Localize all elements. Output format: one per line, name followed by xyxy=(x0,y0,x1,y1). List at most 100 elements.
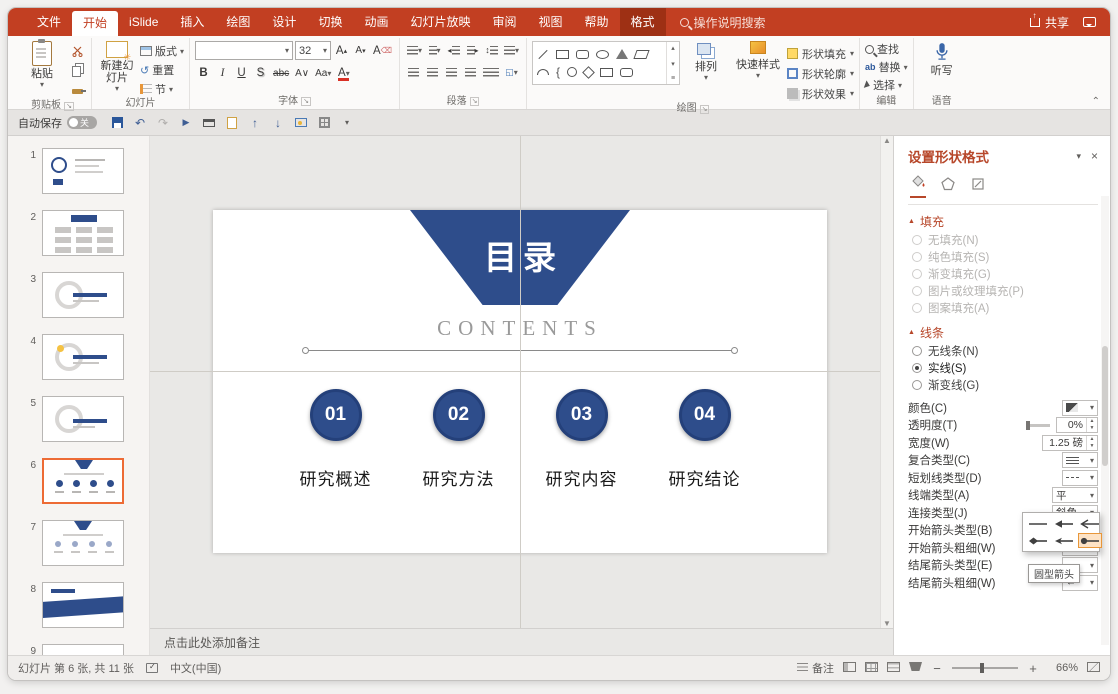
arrange-button[interactable]: 排列 ▾ xyxy=(683,41,729,82)
slide-thumbnail[interactable]: 9 xyxy=(8,644,149,655)
line-section-header[interactable]: ▲ 线条 xyxy=(908,322,1098,342)
spellcheck-icon[interactable] xyxy=(145,662,158,673)
section-button[interactable]: 节 ▾ xyxy=(140,81,184,97)
menu-tab[interactable]: 格式 xyxy=(619,8,666,36)
font-name-combo[interactable]: ▾ xyxy=(195,41,294,60)
shape-outline-button[interactable]: 形状轮廓 ▾ xyxy=(787,65,854,82)
callout-shape-icon[interactable] xyxy=(620,67,634,77)
zoom-slider[interactable] xyxy=(952,663,1018,673)
reading-view-button[interactable] xyxy=(887,661,900,675)
triangle-arrow-option[interactable] xyxy=(1052,516,1076,531)
thumbnail-preview[interactable] xyxy=(42,458,124,504)
toc-item[interactable]: 01 研究概述 xyxy=(274,389,397,490)
pane-scrollbar-thumb[interactable] xyxy=(1102,346,1108,466)
menu-tab[interactable]: iSlide xyxy=(118,8,169,36)
quick-styles-button[interactable]: 快速样式 ▾ xyxy=(732,41,784,80)
transparency-spinner[interactable]: 0% ▲ ▼ xyxy=(1056,417,1098,434)
thumbnail-preview[interactable] xyxy=(42,520,124,566)
round-arrow-option[interactable] xyxy=(1078,533,1102,548)
diamond-arrow-option[interactable] xyxy=(1026,533,1050,548)
open-arrow-option[interactable] xyxy=(1078,516,1102,531)
diamond-shape-icon[interactable] xyxy=(582,65,595,79)
bullets-button[interactable]: ▾ xyxy=(405,41,424,59)
thumbnail-preview[interactable] xyxy=(42,148,124,194)
transparency-slider[interactable] xyxy=(1026,420,1050,430)
oval-shape-icon[interactable] xyxy=(596,49,610,59)
collapse-ribbon-button[interactable]: ⌃ xyxy=(1092,96,1100,107)
find-button[interactable]: 查找 xyxy=(865,41,899,57)
menu-tab[interactable]: 动画 xyxy=(353,8,399,36)
dictate-button[interactable]: 听写 xyxy=(919,41,965,77)
toc-number-circle[interactable]: 02 xyxy=(432,389,485,441)
strikethrough-button[interactable]: abc xyxy=(271,64,291,82)
new-slide-button[interactable]: 新建幻灯片 ▾ xyxy=(97,41,137,93)
language-indicator[interactable]: 中文(中国) xyxy=(170,660,221,676)
thumbnail-preview[interactable] xyxy=(42,210,124,256)
format-painter-button[interactable] xyxy=(68,83,86,99)
shapes-scroll-up[interactable]: ▴ xyxy=(671,44,675,52)
line-option[interactable]: 渐变线(G) xyxy=(908,376,1098,393)
menu-tab[interactable]: 视图 xyxy=(528,8,574,36)
print-icon[interactable] xyxy=(199,113,219,133)
select-button[interactable]: 选择 ▾ xyxy=(863,77,902,93)
move-up-icon[interactable]: ↑ xyxy=(245,113,265,133)
slideshow-icon[interactable]: ▶ xyxy=(176,113,196,133)
fill-option[interactable]: 无填充(N) xyxy=(908,231,1098,248)
menu-tab[interactable]: 切换 xyxy=(307,8,353,36)
shapes-scroll-down[interactable]: ▾ xyxy=(671,60,675,68)
zoom-in-button[interactable]: + xyxy=(1027,661,1039,676)
clipboard-dialog-launcher[interactable]: ↘ xyxy=(64,101,74,111)
notes-toggle[interactable]: 备注 xyxy=(797,660,834,676)
align-center-button[interactable] xyxy=(424,63,441,81)
character-spacing-button[interactable]: A∨ xyxy=(293,64,311,82)
menu-tab[interactable]: 插入 xyxy=(169,8,215,36)
scroll-down-arrow[interactable]: ▼ xyxy=(883,619,891,628)
thumbnail-preview[interactable] xyxy=(42,272,124,318)
bold-button[interactable]: B xyxy=(195,64,212,82)
line-color-button[interactable]: ▾ xyxy=(1062,399,1098,416)
paragraph-dialog-launcher[interactable]: ↘ xyxy=(469,97,480,106)
zoom-level[interactable]: 66% xyxy=(1048,662,1078,674)
thumbnail-preview[interactable] xyxy=(42,644,124,655)
font-size-combo[interactable]: 32 ▾ xyxy=(295,41,332,60)
fill-option[interactable]: 图片或纹理填充(P) xyxy=(908,282,1098,299)
shapes-more-button[interactable]: ≡ xyxy=(671,75,675,82)
thumbnail-preview[interactable] xyxy=(42,582,124,628)
slide-thumbnail[interactable]: 4 xyxy=(8,334,149,380)
drawing-dialog-launcher[interactable]: ↘ xyxy=(699,104,710,114)
menu-tab[interactable]: 幻灯片放映 xyxy=(399,8,481,36)
shape-fill-button[interactable]: 形状填充 ▾ xyxy=(787,45,854,62)
toc-number-circle[interactable]: 03 xyxy=(555,389,608,441)
grid-icon[interactable] xyxy=(314,113,334,133)
tell-me-search[interactable]: 操作说明搜索 xyxy=(679,8,766,36)
layout-button[interactable]: 版式 ▾ xyxy=(140,43,184,59)
fill-option[interactable]: 纯色填充(S) xyxy=(908,248,1098,265)
font-dialog-launcher[interactable]: ↘ xyxy=(301,97,311,106)
new-slide-icon[interactable] xyxy=(222,113,242,133)
redo-icon[interactable]: ↷ xyxy=(153,113,173,133)
slide-thumbnail[interactable]: 8 xyxy=(8,582,149,628)
rectangle-shape-icon[interactable] xyxy=(556,49,570,59)
toc-item[interactable]: 02 研究方法 xyxy=(397,389,520,490)
fit-to-window-button[interactable] xyxy=(1087,661,1100,675)
numbering-button[interactable]: ▾ xyxy=(426,41,443,59)
toc-item[interactable]: 04 研究结论 xyxy=(643,389,766,490)
arc-shape-icon[interactable] xyxy=(537,69,550,75)
scroll-up-arrow[interactable]: ▲ xyxy=(883,136,891,145)
slideshow-button[interactable] xyxy=(909,662,922,674)
toc-number-circle[interactable]: 04 xyxy=(678,389,731,441)
thumbnail-preview[interactable] xyxy=(42,334,124,380)
decrease-font-button[interactable]: A ▾ xyxy=(352,42,369,60)
fill-option[interactable]: 渐变填充(G) xyxy=(908,265,1098,282)
size-properties-tab[interactable] xyxy=(970,176,986,198)
pane-scrollbar[interactable] xyxy=(1101,196,1109,645)
convert-smartart-button[interactable]: ◱ ▾ xyxy=(503,63,520,81)
circle-shape-icon[interactable] xyxy=(567,67,578,77)
increase-font-button[interactable]: A ▴ xyxy=(333,42,350,60)
width-spinner[interactable]: 1.25 磅 ▲ ▼ xyxy=(1042,434,1098,451)
pane-close-button[interactable]: × xyxy=(1091,149,1098,163)
change-case-button[interactable]: Aa ▾ xyxy=(313,64,333,82)
align-left-button[interactable] xyxy=(405,63,422,81)
line-option[interactable]: 无线条(N) xyxy=(908,342,1098,359)
autosave-toggle[interactable]: 自动保存 关 xyxy=(18,115,97,131)
